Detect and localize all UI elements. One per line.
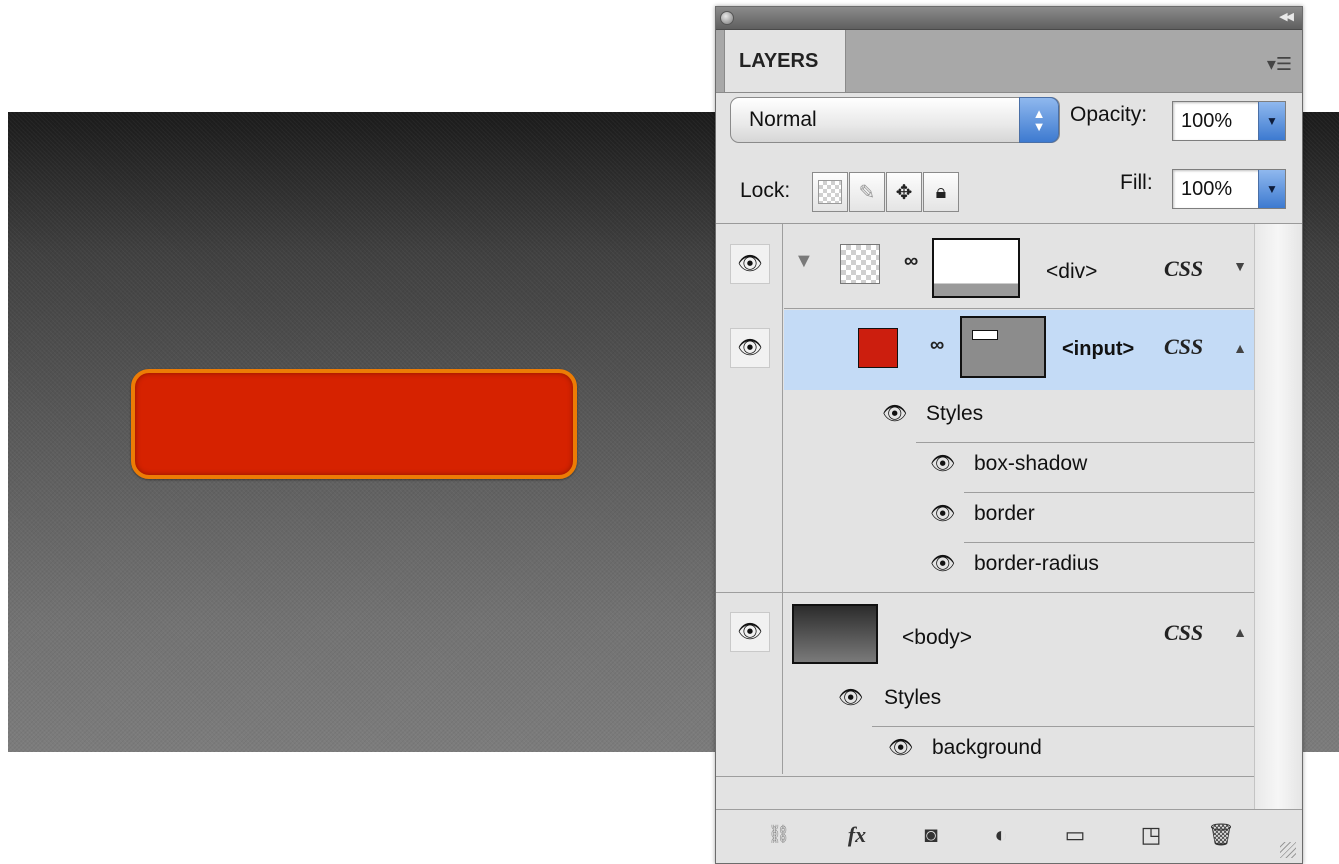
row-divider [916,442,1254,443]
adjustment-icon[interactable]: ◐ [984,822,1018,848]
fill-field[interactable]: 100% ▼ [1172,169,1286,209]
body-layer-thumbnail [792,604,878,664]
style-background[interactable]: background [932,736,1042,760]
input-color-swatch[interactable] [858,328,898,368]
styles-eye-icon[interactable]: 👁︎ [882,404,907,424]
tab-row: LAYERS ▾☰ [716,30,1302,93]
lock-position-button[interactable]: ✥ [886,172,922,212]
padlock-icon: 🔒︎ [935,180,947,203]
blend-mode-select[interactable]: Normal ▲ ▼ [730,97,1060,143]
input-layer-name: <input> [1062,338,1135,360]
body-styles-label: Styles [884,686,942,709]
blend-mode-value: Normal [749,108,817,131]
div-css-tag: CSS [1164,256,1204,281]
lock-label: Lock: [740,179,791,202]
body-css-tag: CSS [1164,620,1204,645]
styled-input-preview [131,369,577,479]
row-divider [964,542,1254,543]
opacity-dropdown-icon[interactable]: ▼ [1258,102,1285,140]
new-layer-icon[interactable]: ◳ [1134,822,1168,848]
div-layer-thumbnail [840,244,880,284]
brush-icon: ✎ [858,181,876,204]
eye-icon: 👁︎ [737,621,763,643]
link-layers-icon[interactable]: ⛓︎ [762,824,796,845]
input-expand-arrow-icon[interactable]: ▲ [1226,340,1254,356]
box-shadow-eye-icon[interactable]: 👁︎ [930,454,955,474]
opacity-value: 100% [1181,110,1233,132]
row-divider [784,308,1254,309]
collapse-icon[interactable]: ◀◀ [1279,10,1294,23]
input-mask-thumbnail [960,316,1046,378]
style-box-shadow[interactable]: box-shadow [974,452,1087,476]
style-border-radius[interactable]: border-radius [974,552,1099,576]
row-divider [964,492,1254,493]
checkerboard-icon [818,180,842,204]
scrollbar[interactable] [1254,224,1301,809]
body-layer-name: <body> [902,626,973,649]
tab-layers[interactable]: LAYERS [724,30,846,92]
fill-dropdown-icon[interactable]: ▼ [1258,170,1285,208]
border-radius-eye-icon[interactable]: 👁︎ [930,554,955,574]
lock-image-pixels-button[interactable]: ✎ [849,172,885,212]
body-expand-arrow-icon[interactable]: ▲ [1226,624,1254,640]
input-styles-label: Styles [926,402,984,425]
layers-panel: ◀◀ LAYERS ▾☰ Normal ▲ ▼ Opacity: 100% ▼ L… [715,6,1303,864]
blend-mode-stepper-icon[interactable]: ▲ ▼ [1019,97,1059,143]
panel-titlebar[interactable]: ◀◀ [716,7,1302,30]
chain-link-icon[interactable]: ∞ [904,250,918,273]
fx-label: fx [847,822,867,847]
trash-icon[interactable]: 🗑︎ [1204,822,1238,848]
eye-icon: 👁︎ [737,337,763,359]
fill-value: 100% [1181,178,1233,200]
row-divider [716,592,1254,593]
opacity-label: Opacity: [1070,103,1148,126]
input-css-tag: CSS [1164,334,1204,359]
input-visibility-toggle[interactable]: 👁︎ [730,328,770,368]
border-eye-icon[interactable]: 👁︎ [930,504,955,524]
layers-toolbar: ⛓︎ fx ◙ ◐ ▭ ◳ 🗑︎ [716,809,1302,863]
resize-grip-icon[interactable] [1280,842,1296,858]
lock-all-button[interactable]: 🔒︎ [923,172,959,212]
visibility-column-divider [782,224,783,774]
div-mask-thumbnail [932,238,1020,298]
panel-menu-icon[interactable]: ▾☰ [1267,54,1292,75]
body-visibility-toggle[interactable]: 👁︎ [730,612,770,652]
fill-label: Fill: [1120,171,1153,194]
div-collapse-arrow-icon[interactable]: ▼ [1226,258,1254,274]
folder-icon[interactable]: ▭ [1058,822,1092,848]
layer-list: 👁︎ ▼ ∞ <div> CSS ▼ 👁︎ ∞ <input> CSS ▲ 👁︎… [716,224,1302,809]
body-styles-eye-icon[interactable]: 👁︎ [838,688,863,708]
disclosure-triangle-icon[interactable]: ▼ [794,250,814,273]
opacity-field[interactable]: 100% ▼ [1172,101,1286,141]
eye-icon: 👁︎ [737,253,763,275]
style-border[interactable]: border [974,502,1035,526]
fx-icon[interactable]: fx [840,822,874,848]
mask-icon[interactable]: ◙ [914,822,948,848]
close-icon[interactable] [720,11,734,25]
tab-layers-label: LAYERS [739,50,819,72]
move-icon: ✥ [895,181,913,204]
mini-input-shape [972,330,998,340]
chain-link-icon[interactable]: ∞ [930,334,944,357]
div-layer-name: <div> [1046,260,1098,283]
background-eye-icon[interactable]: 👁︎ [888,738,913,758]
row-divider [872,726,1254,727]
div-visibility-toggle[interactable]: 👁︎ [730,244,770,284]
lock-transparent-pixels-button[interactable] [812,172,848,212]
row-divider [716,776,1254,777]
